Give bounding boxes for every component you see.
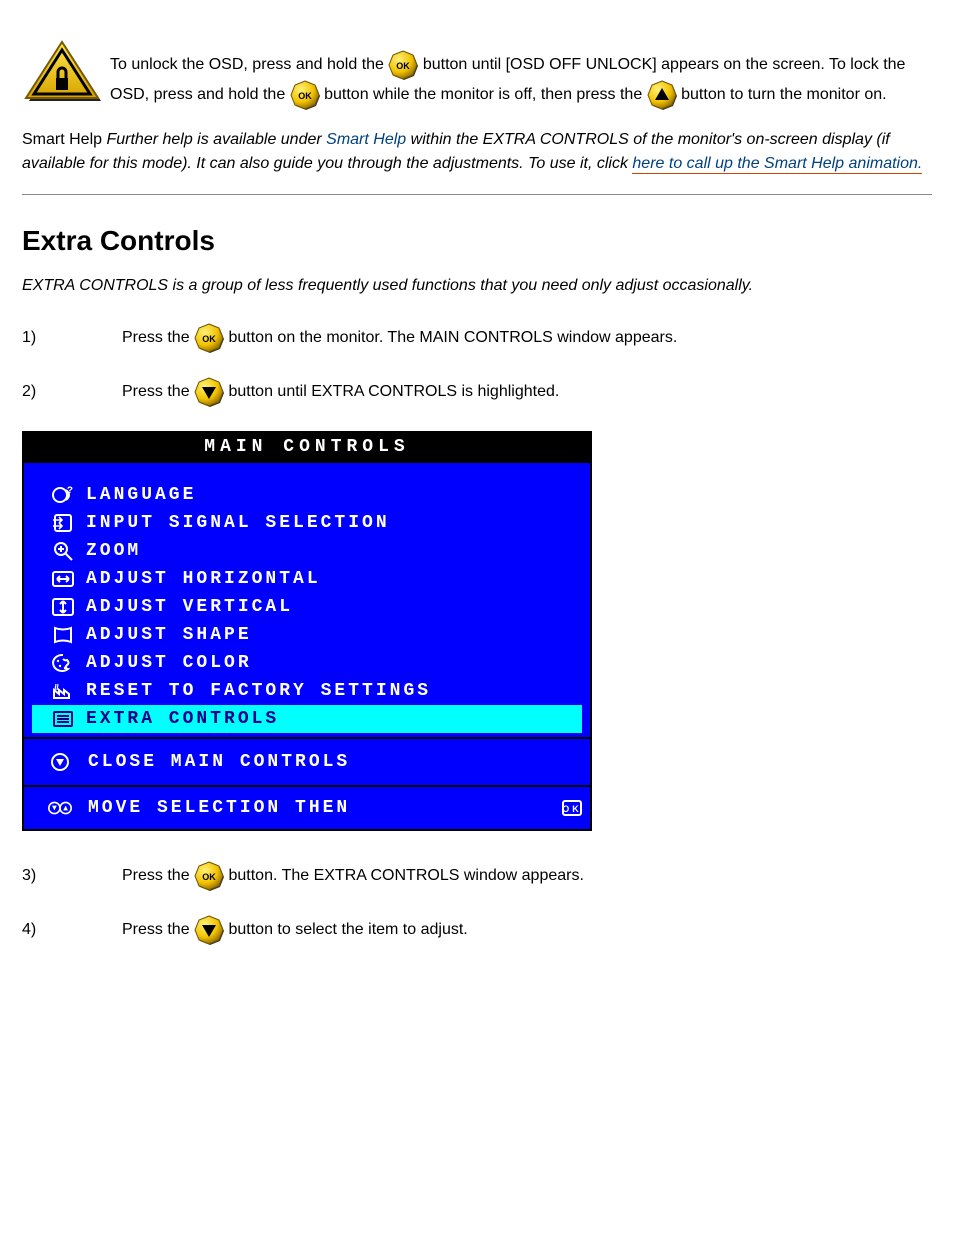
step-3: 3) Press the OK button. The EXTRA CONTRO… — [22, 861, 932, 891]
osd-body: ? LANGUAGE INPUT SIGNAL SELECTION ZOOM — [24, 463, 590, 737]
text: Press the — [122, 329, 194, 346]
text: button to select the item to adjust. — [228, 921, 467, 938]
osd-item-adjust-horizontal: ADJUST HORIZONTAL — [32, 565, 582, 593]
ok-button-icon: OK — [194, 323, 224, 353]
down-button-icon — [194, 915, 224, 945]
osd-item-label: ADJUST COLOR — [86, 653, 582, 673]
divider — [22, 194, 932, 195]
ok-button-icon: OK — [290, 80, 320, 110]
section-heading: Extra Controls — [22, 225, 932, 257]
ok-button-icon: OK — [194, 861, 224, 891]
osd-item-adjust-vertical: ADJUST VERTICAL — [32, 593, 582, 621]
smart-help-text: Further help is available under — [106, 131, 326, 148]
down-button-icon — [194, 377, 224, 407]
palette-icon — [40, 652, 86, 674]
step-body: Press the button until EXTRA CONTROLS is… — [122, 377, 932, 407]
text: button on the monitor. The MAIN CONTROLS… — [228, 329, 677, 346]
osd-item-reset: RESET TO FACTORY SETTINGS — [32, 677, 582, 705]
osd-item-label: ADJUST VERTICAL — [86, 597, 582, 617]
osd-item-input: INPUT SIGNAL SELECTION — [32, 509, 582, 537]
osd-item-zoom: ZOOM — [32, 537, 582, 565]
osd-close-row: CLOSE MAIN CONTROLS — [24, 737, 590, 785]
osd-item-adjust-shape: ADJUST SHAPE — [32, 621, 582, 649]
smart-help-paragraph: Smart Help Further help is available und… — [22, 128, 932, 176]
step-body: Press the button to select the item to a… — [122, 915, 932, 945]
osd-main-controls: MAIN CONTROLS ? LANGUAGE INPUT SIGNAL SE… — [22, 431, 592, 831]
factory-icon — [40, 680, 86, 702]
smart-help-animation-link[interactable]: here to call up the Smart Help animation… — [632, 155, 922, 174]
step-number: 2) — [22, 381, 122, 403]
step-4: 4) Press the button to select the item t… — [22, 915, 932, 945]
up-button-icon — [647, 80, 677, 110]
svg-text:?: ? — [67, 486, 75, 497]
text: button to turn the monitor on. — [681, 86, 886, 103]
vert-arrows-icon — [40, 596, 86, 618]
page: To unlock the OSD, press and hold the OK — [0, 0, 954, 1235]
text: Press the — [122, 867, 194, 884]
smart-help-inline-link[interactable]: Smart Help — [326, 131, 406, 148]
svg-text:OK: OK — [397, 61, 411, 71]
up-down-icon — [32, 797, 88, 819]
osd-item-extra-controls: EXTRA CONTROLS — [32, 705, 582, 733]
unlock-instructions: To unlock the OSD, press and hold the OK — [110, 30, 932, 110]
osd-close-label: CLOSE MAIN CONTROLS — [88, 752, 582, 772]
text: button while the monitor is off, then pr… — [324, 86, 647, 103]
step-number: 3) — [22, 865, 122, 887]
text: button until EXTRA CONTROLS is highlight… — [228, 383, 559, 400]
osd-item-adjust-color: ADJUST COLOR — [32, 649, 582, 677]
smart-help-prefix: Smart Help — [22, 131, 106, 148]
list-icon — [40, 708, 86, 730]
osd-item-label: EXTRA CONTROLS — [86, 709, 582, 729]
osd-item-label: RESET TO FACTORY SETTINGS — [86, 681, 582, 701]
shape-icon — [40, 624, 86, 646]
horiz-arrows-icon — [40, 568, 86, 590]
caution-row: To unlock the OSD, press and hold the OK — [22, 30, 932, 110]
step-2: 2) Press the button until EXTRA CONTROLS… — [22, 377, 932, 407]
caution-icon — [22, 40, 102, 102]
osd-item-label: ADJUST HORIZONTAL — [86, 569, 582, 589]
osd-footer-row: MOVE SELECTION THEN OK — [24, 785, 590, 829]
text: Press the — [122, 383, 194, 400]
osd-item-label: ADJUST SHAPE — [86, 625, 582, 645]
osd-item-language: ? LANGUAGE — [32, 481, 582, 509]
svg-text:OK: OK — [298, 91, 312, 101]
osd-title: MAIN CONTROLS — [24, 433, 590, 463]
step-body: Press the OK button. The EXTRA CONTROLS … — [122, 861, 932, 891]
osd-item-label: INPUT SIGNAL SELECTION — [86, 513, 582, 533]
language-icon: ? — [40, 484, 86, 506]
text: Press the — [122, 921, 194, 938]
step-number: 4) — [22, 919, 122, 941]
down-triangle-icon — [32, 751, 88, 773]
osd-footer-label: MOVE SELECTION THEN — [88, 798, 554, 818]
osd-item-label: LANGUAGE — [86, 485, 582, 505]
step-body: Press the OK button on the monitor. The … — [122, 323, 932, 353]
step-number: 1) — [22, 327, 122, 349]
text: To unlock the OSD, press and hold the — [110, 56, 388, 73]
svg-text:OK: OK — [562, 804, 582, 814]
input-icon — [40, 512, 86, 534]
zoom-icon — [40, 540, 86, 562]
section-lead: EXTRA CONTROLS is a group of less freque… — [22, 277, 932, 295]
ok-box-icon: OK — [562, 799, 582, 817]
text: button. The EXTRA CONTROLS window appear… — [228, 867, 583, 884]
svg-text:OK: OK — [202, 334, 216, 344]
svg-text:OK: OK — [202, 872, 216, 882]
osd-item-label: ZOOM — [86, 541, 582, 561]
step-1: 1) Press the OK button on the monitor. T… — [22, 323, 932, 353]
ok-button-icon: OK — [388, 50, 418, 80]
